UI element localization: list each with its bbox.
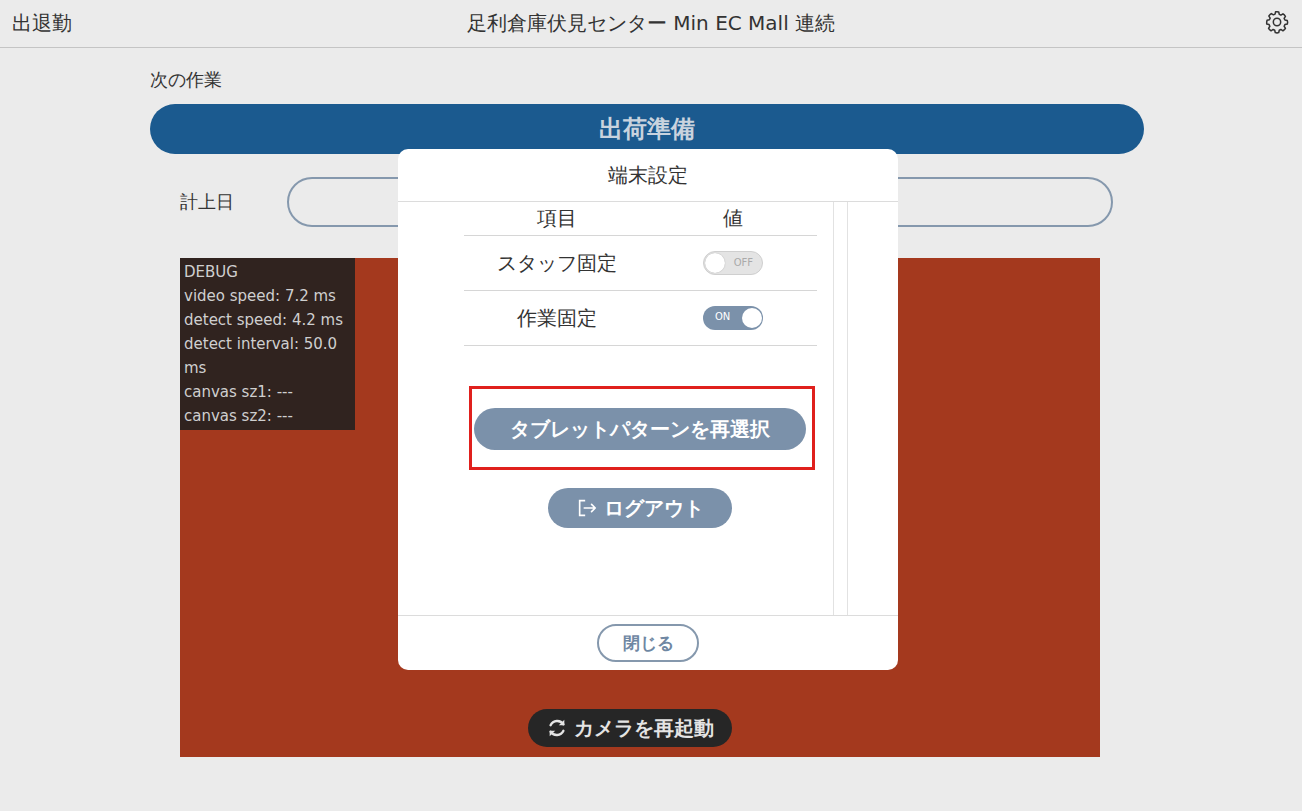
setting-value: ON [649, 306, 817, 330]
highlight-frame: タブレットパターンを再選択 [469, 386, 815, 470]
restart-camera-button[interactable]: カメラを再起動 [528, 709, 732, 747]
toggle-knob [742, 308, 762, 328]
toggle-text: OFF [734, 257, 753, 269]
settings-table: 項目値スタッフ固定OFF作業固定ON [464, 202, 817, 346]
dialog-body: 項目値スタッフ固定OFF作業固定ONタブレットパターンを再選択ログアウト [398, 202, 898, 615]
dialog-footer: 閉じる [398, 615, 898, 670]
setting-row: 作業固定 ON [464, 291, 817, 346]
toggle-knob [705, 253, 725, 273]
window-title: 足利倉庫伏見センター Min EC Mall 連続 [467, 10, 835, 37]
dialog-content: 項目値スタッフ固定OFF作業固定ONタブレットパターンを再選択ログアウト [398, 202, 833, 615]
gear-icon [1264, 9, 1290, 35]
toggle-switch[interactable]: ON [703, 306, 763, 330]
dialog-title: 端末設定 [398, 149, 898, 202]
toggle-text: ON [715, 311, 730, 323]
debug-line: detect interval: 50.0 ms [184, 332, 351, 380]
toggle-switch[interactable]: OFF [703, 251, 763, 275]
settings-button[interactable] [1264, 9, 1290, 39]
next-task-label: 次の作業 [150, 68, 1144, 92]
settings-dialog: 端末設定項目値スタッフ固定OFF作業固定ONタブレットパターンを再選択ログアウト… [398, 149, 898, 670]
column-header: 値 [649, 205, 817, 232]
setting-label: スタッフ固定 [464, 250, 649, 277]
close-button[interactable]: 閉じる [597, 624, 699, 662]
debug-line: canvas sz2: --- [184, 404, 351, 428]
top-bar: 出退勤足利倉庫伏見センター Min EC Mall 連続 [0, 0, 1302, 48]
date-label: 計上日 [180, 190, 287, 214]
column-header: 項目 [464, 205, 649, 232]
debug-panel: DEBUGvideo speed: 7.2 msdetect speed: 4.… [180, 258, 355, 430]
task-button[interactable]: 出荷準備 [150, 104, 1144, 154]
table-header: 項目値 [464, 202, 817, 236]
reselect-pattern-button[interactable]: タブレットパターンを再選択 [474, 408, 806, 450]
debug-line: video speed: 7.2 ms [184, 284, 351, 308]
restart-camera-label: カメラを再起動 [574, 715, 714, 742]
logout-label: ログアウト [604, 495, 704, 522]
setting-label: 作業固定 [464, 305, 649, 332]
debug-line: detect speed: 4.2 ms [184, 308, 351, 332]
settings-area [835, 9, 1290, 39]
setting-value: OFF [649, 251, 817, 275]
debug-line: canvas sz1: --- [184, 380, 351, 404]
refresh-icon [546, 717, 568, 739]
attendance-link[interactable]: 出退勤 [12, 10, 467, 37]
logout-button[interactable]: ログアウト [548, 488, 732, 528]
logout-icon [576, 497, 598, 519]
scrollbar-track[interactable] [833, 202, 848, 615]
debug-line: DEBUG [184, 260, 351, 284]
setting-row: スタッフ固定 OFF [464, 236, 817, 291]
